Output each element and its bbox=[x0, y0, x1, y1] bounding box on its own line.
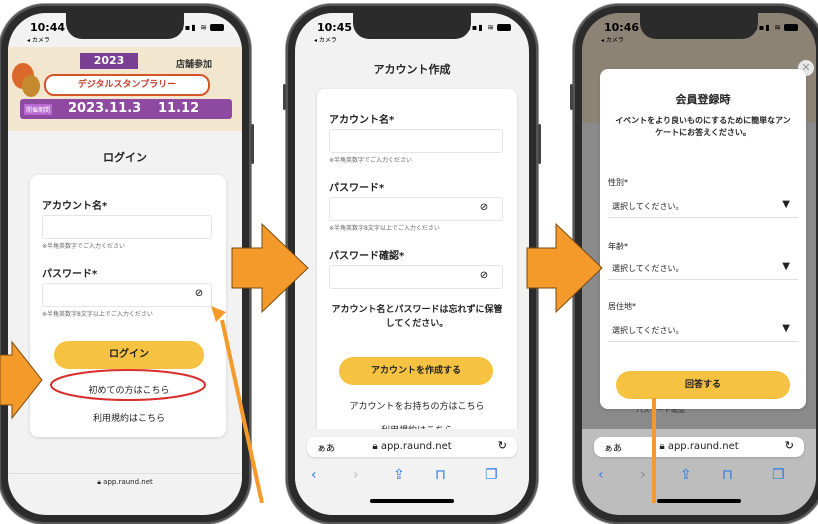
residence-label: 居住地* bbox=[608, 302, 636, 311]
home-indicator bbox=[370, 499, 454, 503]
year-ribbon: 2023 bbox=[80, 53, 138, 69]
safari-bottom: ぁあ 🔒︎ app.raund.net ↻ ‹ › ⇪ ⊓ ❐ bbox=[295, 429, 529, 515]
safari-bottom: ぁあ 🔒︎ app.raund.net ↻ ‹ › ⇪ ⊓ ❐ bbox=[582, 429, 816, 515]
eye-slash-icon[interactable]: ⊘ bbox=[192, 289, 206, 299]
period-label: 開催期間 bbox=[24, 104, 53, 115]
have-account-link[interactable]: アカウントをお持ちの方はこちら bbox=[327, 399, 507, 412]
account-hint: ※半角英数字でご入力ください bbox=[329, 157, 413, 164]
status-time: 10:44 bbox=[30, 21, 66, 34]
gender-value: 選択してください。 bbox=[612, 202, 684, 211]
login-screen: 10:44 ◂ カメラ ▪▪▮ ≋ 2023 店舗参加 デジタルスタンプラリー … bbox=[8, 13, 242, 515]
period-end-date: 11.12 bbox=[158, 101, 200, 116]
password-input[interactable] bbox=[42, 283, 212, 307]
home-indicator bbox=[657, 499, 741, 503]
create-account-card: アカウント名* ※半角英数字でご入力ください パスワード* ⊘ ※半角英数字8文… bbox=[317, 89, 517, 449]
address-bar[interactable]: ぁあ 🔒︎ app.raund.net ↻ bbox=[307, 437, 517, 457]
account-label: アカウント名* bbox=[329, 115, 395, 126]
eye-slash-icon[interactable]: ⊘ bbox=[477, 271, 491, 281]
page-title: ログイン bbox=[103, 151, 147, 164]
account-input[interactable] bbox=[329, 129, 503, 153]
bottom-address: 🔒︎ app.raund.net bbox=[8, 473, 242, 504]
caret-down-icon: ▼ bbox=[782, 261, 790, 272]
address-bar[interactable]: ぁあ 🔒︎ app.raund.net ↻ bbox=[594, 437, 804, 457]
event-banner: 2023 店舗参加 デジタルスタンプラリー 開催期間 2023.11.3 11.… bbox=[8, 47, 242, 131]
reload-icon[interactable]: ↻ bbox=[498, 439, 507, 452]
tabs-icon[interactable]: ❐ bbox=[772, 467, 785, 483]
modal-description: イベントをより良いものにするために簡単なアンケートにお答えください。 bbox=[615, 116, 791, 137]
share-icon[interactable]: ⇪ bbox=[680, 467, 692, 483]
back-to-camera-link[interactable]: ◂ カメラ bbox=[314, 35, 337, 44]
login-button[interactable]: ログイン bbox=[54, 341, 204, 369]
age-value: 選択してください。 bbox=[612, 264, 684, 273]
create-account-screen: 10:45 ◂ カメラ ▪▪▮ ≋ アカウント作成 アカウント名* ※半角英数字… bbox=[295, 13, 529, 515]
phone-survey: 10:46 ◂ カメラ ▪▪▮ ≋ パスワード確認 ✕ 会員登録時 イベントをよ… bbox=[570, 4, 818, 524]
caret-down-icon: ▼ bbox=[782, 323, 790, 334]
status-icons: ▪▪▮ ≋ bbox=[753, 23, 798, 32]
reload-icon[interactable]: ↻ bbox=[785, 439, 794, 452]
status-time: 10:46 bbox=[604, 21, 640, 34]
caret-down-icon: ▼ bbox=[782, 199, 790, 210]
gender-select[interactable]: 選択してください。 ▼ bbox=[608, 195, 798, 218]
first-time-link[interactable]: 初めての方はこちら bbox=[54, 383, 204, 396]
account-label: アカウント名* bbox=[42, 201, 108, 212]
age-label: 年齢* bbox=[608, 242, 628, 251]
answer-button[interactable]: 回答する bbox=[616, 371, 790, 399]
lock-icon: 🔒︎ bbox=[97, 478, 101, 486]
share-icon[interactable]: ⇪ bbox=[393, 467, 405, 483]
notch bbox=[66, 13, 184, 39]
lock-icon: 🔒︎ bbox=[659, 441, 665, 452]
tree-decoration-left2 bbox=[22, 75, 40, 97]
residence-value: 選択してください。 bbox=[612, 326, 684, 335]
password-label: パスワード* bbox=[329, 183, 385, 194]
survey-screen: 10:46 ◂ カメラ ▪▪▮ ≋ パスワード確認 ✕ 会員登録時 イベントをよ… bbox=[582, 13, 816, 515]
back-to-camera-link[interactable]: ◂ カメラ bbox=[601, 35, 624, 44]
password-hint: ※半角英数字8文字以上でご入力ください bbox=[42, 311, 153, 318]
url-label: 🔒︎ app.raund.net bbox=[8, 478, 242, 487]
back-icon[interactable]: ‹ bbox=[598, 467, 604, 483]
status-time: 10:45 bbox=[317, 21, 353, 34]
phone-create-account: 10:45 ◂ カメラ ▪▪▮ ≋ アカウント作成 アカウント名* ※半角英数字… bbox=[283, 4, 541, 524]
bookmarks-icon[interactable]: ⊓ bbox=[722, 467, 733, 483]
password-hint: ※半角英数字8文字以上でご入力ください bbox=[329, 225, 440, 232]
participating-label: 店舗参加 bbox=[176, 60, 213, 70]
account-hint: ※半角英数字でご入力ください bbox=[42, 243, 126, 250]
forward-icon[interactable]: › bbox=[353, 467, 359, 483]
create-account-button[interactable]: アカウントを作成する bbox=[339, 357, 493, 385]
browser-toolbar: ‹ › ⇪ ⊓ ❐ bbox=[582, 465, 816, 489]
survey-modal: 会員登録時 イベントをより良いものにするために簡単なアンケートにお答えください。… bbox=[600, 69, 806, 409]
notch bbox=[353, 13, 471, 39]
url-text: app.raund.net bbox=[103, 478, 153, 486]
url-label: 🔒︎ app.raund.net bbox=[659, 441, 739, 452]
phone-login: 10:44 ◂ カメラ ▪▪▮ ≋ 2023 店舗参加 デジタルスタンプラリー … bbox=[0, 4, 254, 524]
age-select[interactable]: 選択してください。 ▼ bbox=[608, 257, 798, 280]
residence-select[interactable]: 選択してください。 ▼ bbox=[608, 319, 798, 342]
login-card: アカウント名* ※半角英数字でご入力ください パスワード* ⊘ ※半角英数字8文… bbox=[30, 175, 226, 437]
lock-icon: 🔒︎ bbox=[372, 441, 378, 452]
gender-label: 性別* bbox=[608, 178, 628, 187]
terms-link[interactable]: 利用規約はこちら bbox=[54, 411, 204, 424]
url-label: 🔒︎ app.raund.net bbox=[372, 441, 452, 452]
back-icon[interactable]: ‹ bbox=[311, 467, 317, 483]
period-dates: 2023.11.3 bbox=[68, 101, 142, 116]
status-icons: ▪▪▮ ≋ bbox=[179, 23, 224, 32]
confirm-password-label: パスワード確認* bbox=[329, 251, 405, 262]
eye-slash-icon[interactable]: ⊘ bbox=[477, 203, 491, 213]
modal-title: 会員登録時 bbox=[675, 93, 731, 106]
notch bbox=[640, 13, 758, 39]
password-label: パスワード* bbox=[42, 269, 98, 280]
page-title: アカウント作成 bbox=[373, 63, 451, 76]
bookmarks-icon[interactable]: ⊓ bbox=[435, 467, 446, 483]
account-input[interactable] bbox=[42, 215, 212, 239]
tabs-icon[interactable]: ❐ bbox=[485, 467, 498, 483]
back-to-camera-link[interactable]: ◂ カメラ bbox=[27, 35, 50, 44]
notice-text: アカウント名とパスワードは忘れずに保管してください。 bbox=[331, 305, 503, 329]
forward-icon[interactable]: › bbox=[640, 467, 646, 483]
status-icons: ▪▪▮ ≋ bbox=[466, 23, 511, 32]
stamp-rally-title: デジタルスタンプラリー bbox=[44, 74, 210, 96]
browser-toolbar: ‹ › ⇪ ⊓ ❐ bbox=[295, 465, 529, 489]
